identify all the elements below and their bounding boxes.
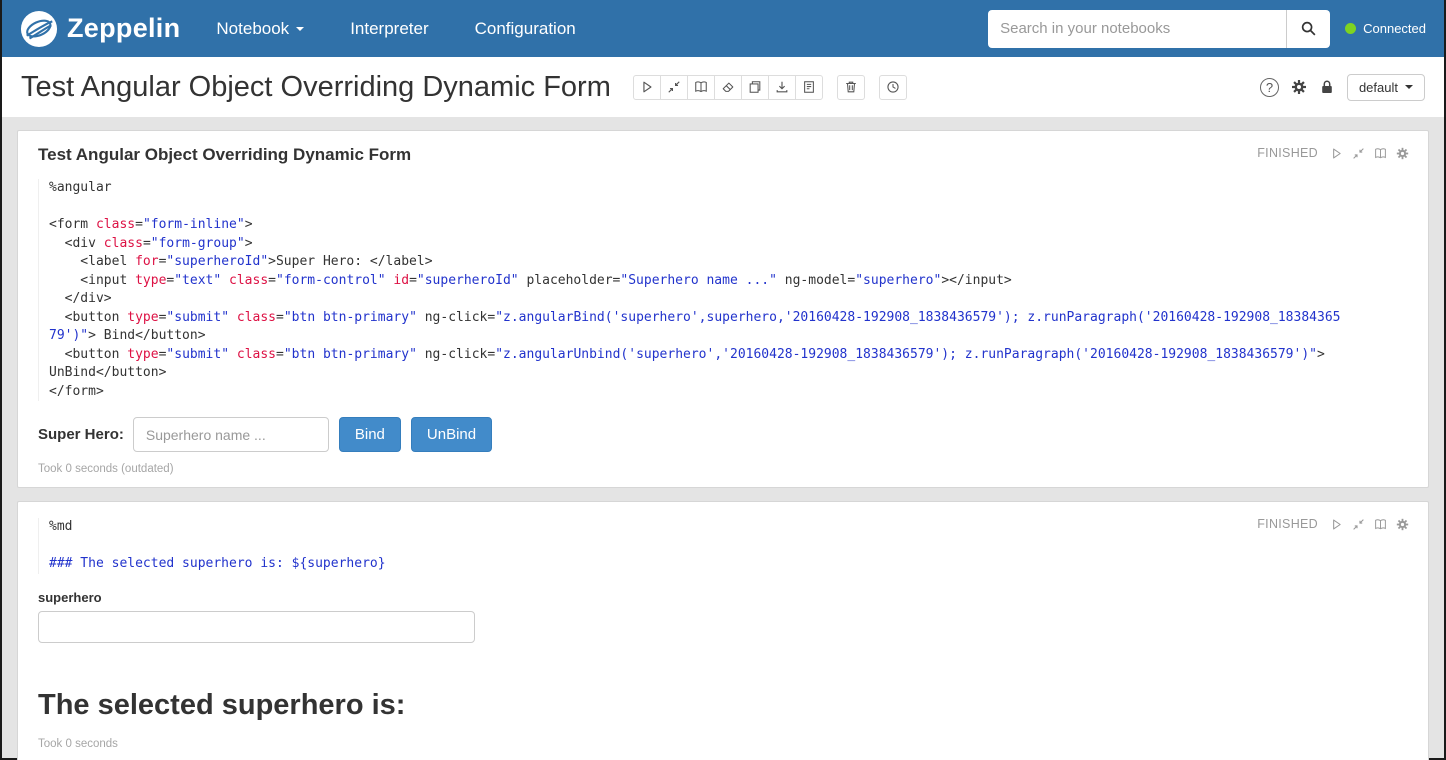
run-all-paragraphs-button[interactable] xyxy=(633,75,661,100)
lock-icon xyxy=(1319,79,1335,95)
collapse-paragraph-button[interactable] xyxy=(1352,147,1365,160)
caret-down-icon xyxy=(1405,85,1413,89)
run-paragraph-button[interactable] xyxy=(1330,147,1343,160)
nav-notebook-dropdown[interactable]: Notebook xyxy=(216,19,304,39)
bind-button[interactable]: Bind xyxy=(339,417,401,452)
nav-interpreter[interactable]: Interpreter xyxy=(350,19,428,39)
status-badge: FINISHED xyxy=(1257,517,1318,531)
help-icon: ? xyxy=(1266,80,1273,95)
note-permissions-button[interactable] xyxy=(1319,79,1335,95)
dynamic-form-label: superhero xyxy=(38,590,1408,605)
download-icon xyxy=(775,80,789,94)
zeppelin-logo-icon xyxy=(20,10,58,48)
show-hide-output-button[interactable] xyxy=(687,75,715,100)
nav-interpreter-label: Interpreter xyxy=(350,19,428,39)
note-content: Test Angular Object Overriding Dynamic F… xyxy=(2,117,1444,760)
nav-configuration-label: Configuration xyxy=(475,19,576,39)
result-heading: The selected superhero is: xyxy=(38,689,1408,722)
note-toolbar xyxy=(633,75,907,100)
top-navbar: Zeppelin Notebook Interpreter Configurat… xyxy=(2,0,1444,57)
paragraph-controls: FINISHED xyxy=(1257,146,1409,160)
view-mode-dropdown[interactable]: default xyxy=(1347,74,1425,101)
connected-dot-icon xyxy=(1345,23,1356,34)
export-note-button[interactable] xyxy=(768,75,796,100)
paragraph-settings-button[interactable] xyxy=(1396,518,1409,531)
interpreter-binding-button[interactable] xyxy=(1291,79,1307,95)
show-hide-code-button[interactable] xyxy=(660,75,688,100)
book-icon xyxy=(1374,518,1387,531)
zeppelin-home-link[interactable]: Zeppelin xyxy=(20,10,180,48)
clone-note-button[interactable] xyxy=(741,75,769,100)
clone-icon xyxy=(748,80,762,94)
code-editor[interactable]: %angular <form class="form-inline"> <div… xyxy=(38,179,1408,401)
show-editor-button[interactable] xyxy=(1374,518,1387,531)
collapse-paragraph-button[interactable] xyxy=(1352,518,1365,531)
book-icon xyxy=(1374,147,1387,160)
export-icon xyxy=(802,80,816,94)
clear-output-button[interactable] xyxy=(714,75,742,100)
collapse-icon xyxy=(1352,147,1365,160)
search-input[interactable] xyxy=(988,10,1286,48)
paragraph-exec-info: Took 0 seconds (outdated) xyxy=(38,463,1408,475)
note-header-right: ? default xyxy=(1260,74,1425,101)
run-all-icon xyxy=(640,80,654,94)
superhero-name-input[interactable] xyxy=(133,417,329,452)
clock-icon xyxy=(886,80,900,94)
angular-output-form: Super Hero: Bind UnBind xyxy=(38,417,1408,452)
paragraph-controls: FINISHED xyxy=(1257,517,1409,531)
paragraph-exec-info: Took 0 seconds xyxy=(38,738,1408,750)
note-header: Test Angular Object Overriding Dynamic F… xyxy=(2,57,1444,117)
settings-gear-icon xyxy=(1396,518,1409,531)
shortcut-help-button[interactable]: ? xyxy=(1260,78,1279,97)
superhero-form-label: Super Hero: xyxy=(38,426,124,443)
book-icon xyxy=(694,80,708,94)
status-badge: FINISHED xyxy=(1257,146,1318,160)
superhero-dynamic-form-input[interactable] xyxy=(38,611,475,643)
unbind-button[interactable]: UnBind xyxy=(411,417,492,452)
paragraph-title: Test Angular Object Overriding Dynamic F… xyxy=(38,145,1408,165)
scheduler-button[interactable] xyxy=(879,75,907,100)
search-button[interactable] xyxy=(1286,10,1330,48)
zeppelin-app: Zeppelin Notebook Interpreter Configurat… xyxy=(0,0,1446,760)
code-editor[interactable]: %md ### The selected superhero is: ${sup… xyxy=(38,518,1408,574)
paragraph-1: Test Angular Object Overriding Dynamic F… xyxy=(17,130,1429,488)
nav-configuration[interactable]: Configuration xyxy=(475,19,576,39)
view-mode-label: default xyxy=(1359,80,1398,95)
paragraph-settings-button[interactable] xyxy=(1396,147,1409,160)
note-title[interactable]: Test Angular Object Overriding Dynamic F… xyxy=(21,71,611,104)
connection-status: Connected xyxy=(1345,21,1426,36)
nav-notebook-label: Notebook xyxy=(216,19,289,39)
connection-status-label: Connected xyxy=(1363,21,1426,36)
collapse-icon xyxy=(667,80,681,94)
notebook-search xyxy=(988,10,1330,48)
play-icon xyxy=(1330,518,1343,531)
run-paragraph-button[interactable] xyxy=(1330,518,1343,531)
search-icon xyxy=(1300,20,1317,37)
collapse-icon xyxy=(1352,518,1365,531)
settings-gear-icon xyxy=(1396,147,1409,160)
note-actions-group xyxy=(633,75,823,100)
delete-note-button[interactable] xyxy=(837,75,865,100)
show-editor-button[interactable] xyxy=(1374,147,1387,160)
commit-note-button[interactable] xyxy=(795,75,823,100)
main-menu: Notebook Interpreter Configuration xyxy=(216,19,575,39)
eraser-icon xyxy=(721,80,735,94)
gear-icon xyxy=(1291,79,1307,95)
caret-down-icon xyxy=(296,27,304,31)
play-icon xyxy=(1330,147,1343,160)
paragraph-2: FINISHED %md ### The selected superhero … xyxy=(17,501,1429,760)
trash-icon xyxy=(844,80,858,94)
brand-name: Zeppelin xyxy=(67,13,180,44)
